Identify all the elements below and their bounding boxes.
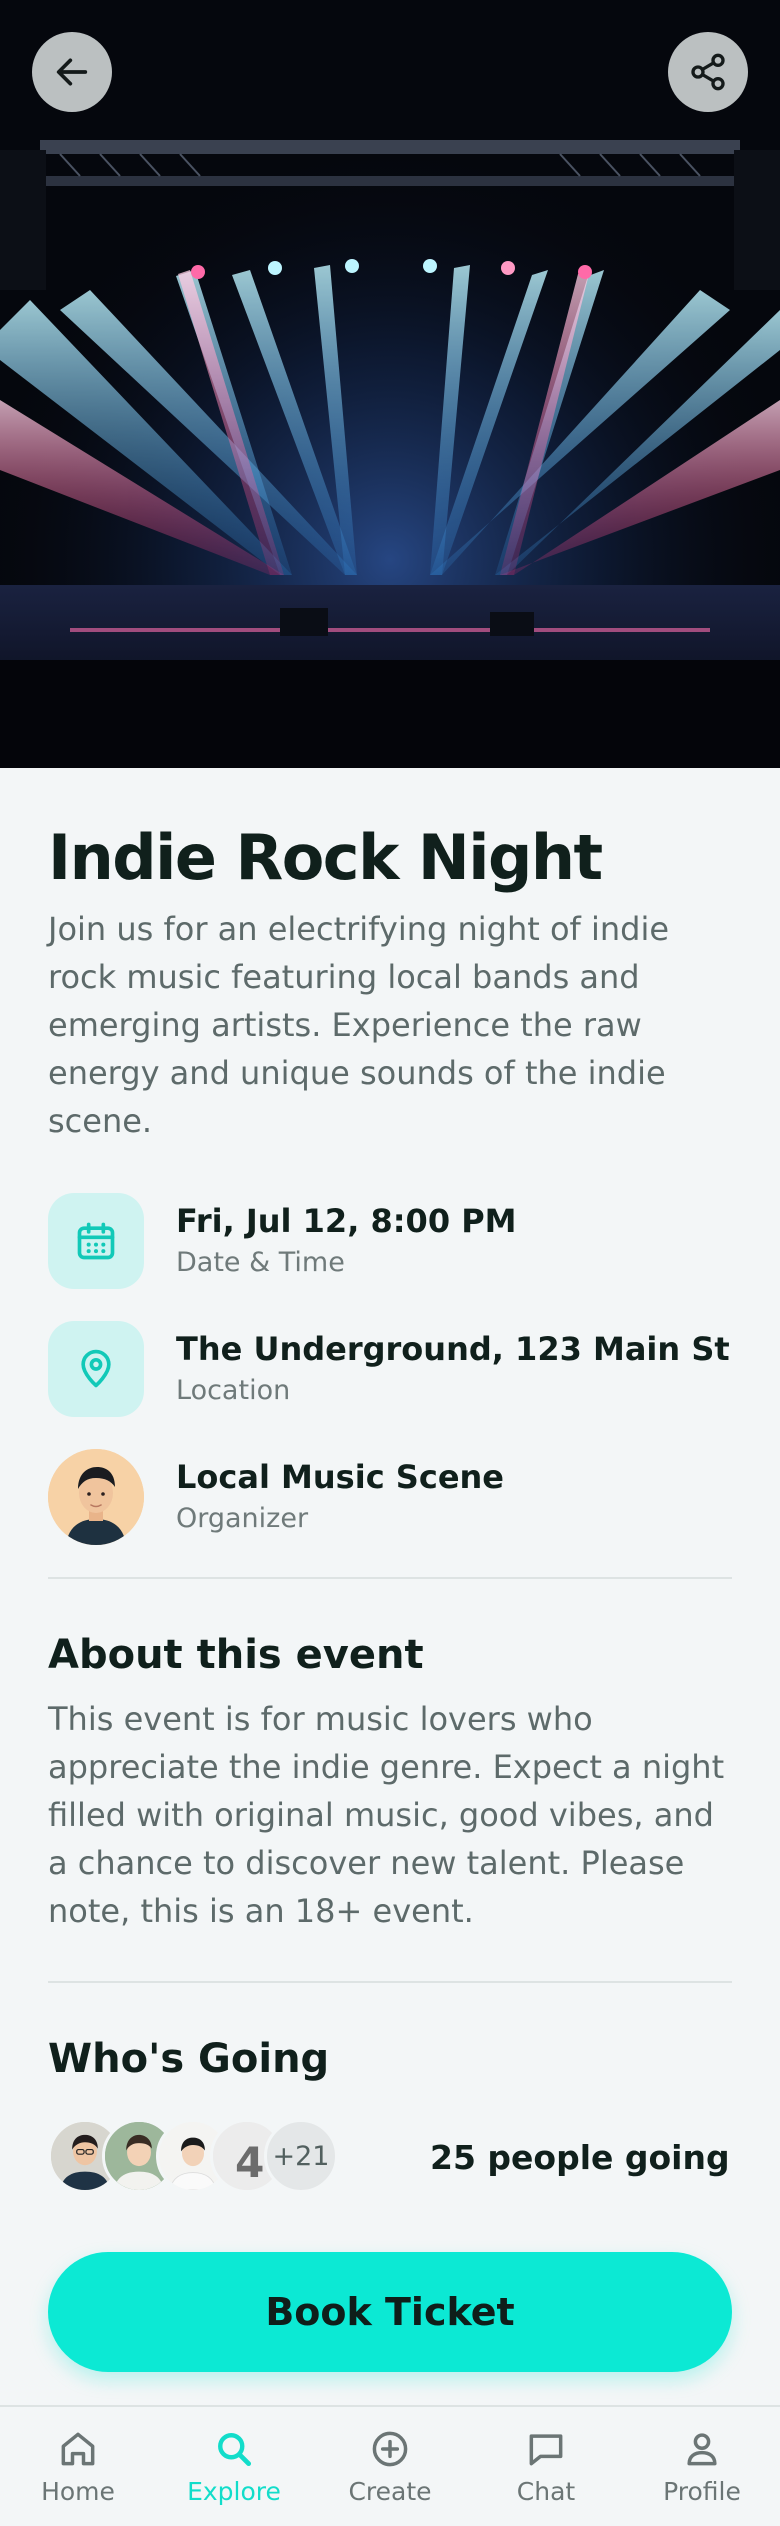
nav-label: Explore [187,2477,281,2506]
calendar-icon-tile [48,1193,144,1290]
share-icon [691,53,725,91]
bottom-nav: Home Explore Create Chat Profile [0,2405,780,2526]
date-time-label: Date & Time [176,1247,345,1279]
whos-going-section: Who's Going 4 +21 25 people going [48,2033,732,2195]
divider [48,1577,732,1580]
about-text: This event is for music lovers who appre… [48,1700,725,1931]
organizer-label: Organizer [176,1503,309,1535]
location-value: The Underground, 123 Main St [176,1330,730,1369]
nav-item-create[interactable]: Create [312,2407,468,2526]
nav-item-profile[interactable]: Profile [624,2407,780,2526]
book-ticket-button[interactable]: Book Ticket [48,2252,732,2372]
attendee-count: 25 people going [430,2137,730,2177]
nav-item-home[interactable]: Home [0,2407,156,2526]
nav-item-explore[interactable]: Explore [156,2407,312,2526]
organizer-name: Local Music Scene [176,1458,504,1497]
hero-image [0,0,780,768]
whos-going-heading: Who's Going [48,2036,330,2083]
home-icon [61,2432,95,2466]
divider [48,1981,732,1984]
attendee-avatars: 4 +21 [48,2119,348,2195]
map-pin-icon-tile [48,1321,144,1418]
event-title: Indie Rock Night [48,821,603,894]
nav-item-chat[interactable]: Chat [468,2407,624,2526]
share-button[interactable] [668,32,748,112]
date-time-value: Fri, Jul 12, 8:00 PM [176,1202,517,1241]
about-heading: About this event [48,1632,424,1679]
event-description: Join us for an electrifying night of ind… [48,910,670,1141]
person-avatar-image [48,1449,144,1546]
plus-circle-icon [372,2431,408,2467]
nav-label: Chat [516,2477,576,2506]
attendees-row[interactable]: 4 +21 25 people going [48,2119,732,2195]
about-section: About this event This event is for music… [48,1629,732,1935]
nav-label: Profile [663,2477,741,2506]
location-row[interactable]: The Underground, 123 Main St Location [48,1321,732,1418]
search-icon [218,2433,252,2467]
arrow-left-icon [56,58,88,86]
organizer-row[interactable]: Local Music Scene Organizer [48,1449,732,1546]
calendar-icon [77,1222,115,1260]
svg-text:4: 4 [235,2138,264,2187]
map-pin-icon [81,1350,111,1388]
back-button[interactable] [32,32,112,112]
organizer-avatar[interactable] [48,1449,144,1546]
date-time-row[interactable]: Fri, Jul 12, 8:00 PM Date & Time [48,1193,732,1290]
location-label: Location [176,1375,291,1407]
user-icon [687,2433,717,2466]
more-attendees-badge[interactable]: +21 [264,2119,338,2194]
nav-label: Home [41,2477,115,2506]
event-details: Indie Rock Night Join us for an electrif… [48,768,732,2195]
nav-label: Create [348,2477,432,2506]
chat-icon [529,2434,563,2466]
concert-stage-image [0,0,780,768]
info-list: Fri, Jul 12, 8:00 PM Date & Time The Und… [48,1193,732,1546]
